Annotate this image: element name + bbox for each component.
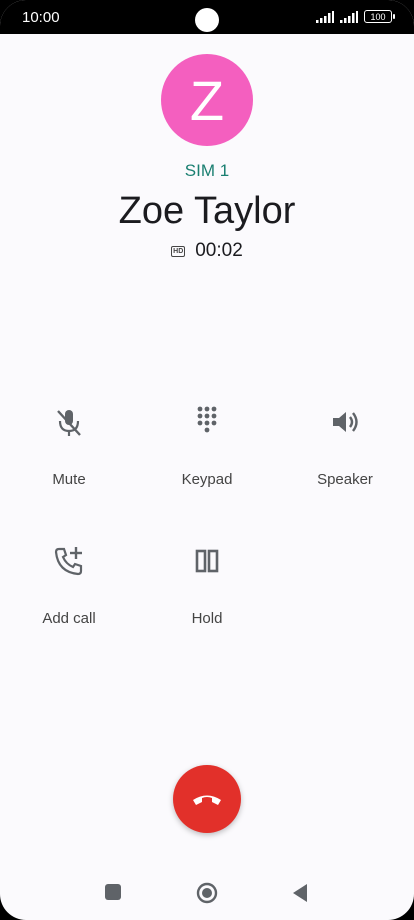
battery-icon: 100 xyxy=(364,10,395,23)
avatar: Z xyxy=(161,54,253,146)
status-time: 10:00 xyxy=(22,9,60,26)
mute-button[interactable]: Mute xyxy=(14,405,124,488)
battery-level: 100 xyxy=(370,11,386,22)
call-end-icon xyxy=(193,795,221,805)
status-bar: 10:00 100 xyxy=(0,0,414,34)
add-call-button[interactable]: Add call xyxy=(14,544,124,627)
status-icons: 100 xyxy=(316,10,395,23)
mute-label: Mute xyxy=(52,471,86,488)
phone-screen: 10:00 100 Z SIM 1 Zoe Taylor HD 00:02 Mu… xyxy=(0,0,414,920)
signal-icon xyxy=(316,10,334,23)
end-call-button[interactable] xyxy=(173,765,241,833)
sim-label: SIM 1 xyxy=(184,161,230,180)
pause-icon xyxy=(195,549,219,573)
add-call-icon xyxy=(54,547,83,576)
contact-name: Zoe Taylor xyxy=(118,190,296,232)
recents-icon[interactable] xyxy=(105,884,121,900)
speaker-label: Speaker xyxy=(317,471,373,488)
home-icon[interactable] xyxy=(196,882,218,904)
volume-icon xyxy=(333,412,358,432)
keypad-label: Keypad xyxy=(181,471,233,488)
call-info: HD 00:02 xyxy=(0,240,414,262)
avatar-initial: Z xyxy=(189,68,225,132)
back-icon[interactable] xyxy=(292,884,308,902)
add-call-label: Add call xyxy=(42,610,96,627)
speaker-button[interactable]: Speaker xyxy=(290,405,400,488)
call-duration: 00:02 xyxy=(195,240,243,261)
signal-icon xyxy=(340,10,358,23)
mic-off-icon xyxy=(57,410,81,436)
dialpad-icon xyxy=(197,406,217,433)
keypad-button[interactable]: Keypad xyxy=(152,405,262,488)
camera-cutout xyxy=(195,8,219,32)
hold-label: Hold xyxy=(191,610,223,627)
hd-voice-icon: HD xyxy=(171,245,186,257)
hold-button[interactable]: Hold xyxy=(152,544,262,627)
navigation-bar xyxy=(0,872,414,916)
